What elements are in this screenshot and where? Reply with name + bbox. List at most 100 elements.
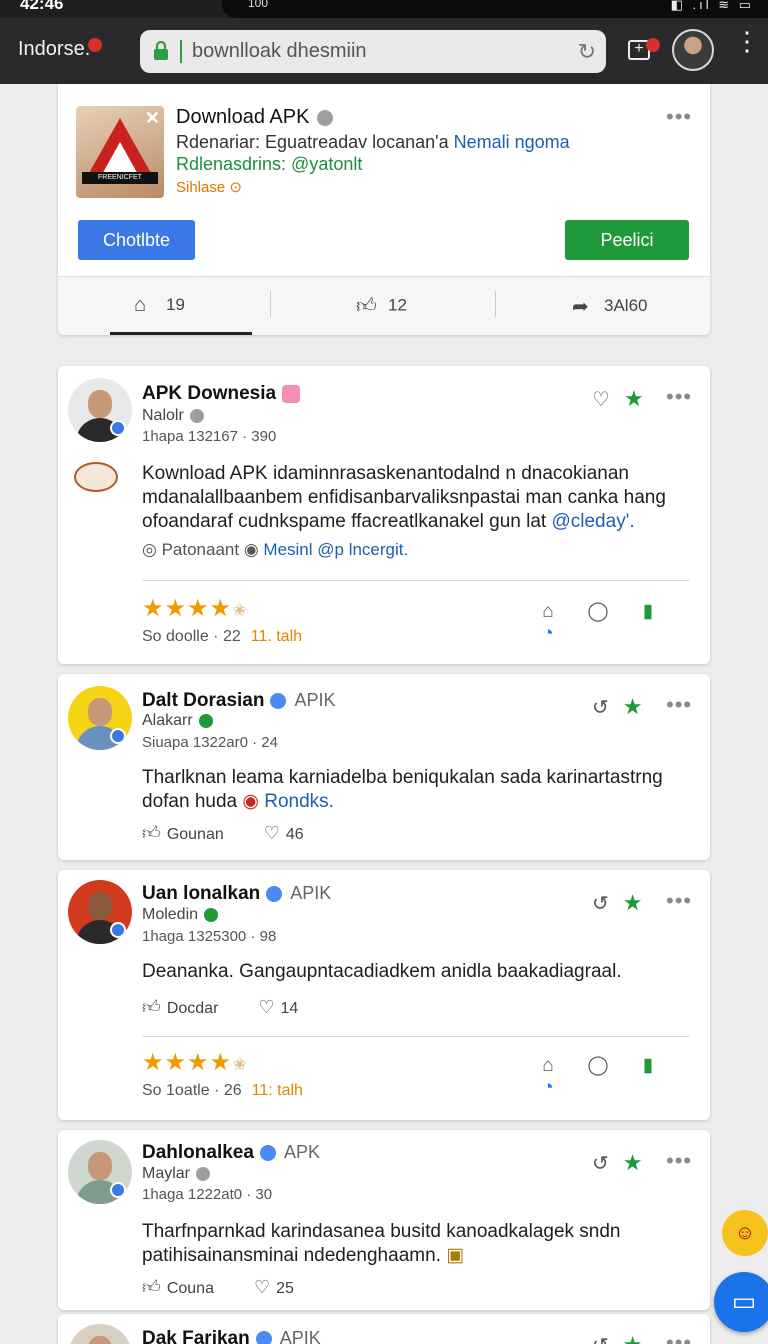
- rating-meta-text: So 1oatle · 26: [142, 1082, 242, 1099]
- card-footer-tabs: ⌂ 19 👍︎ 12 ➦ 3Al60: [58, 277, 710, 335]
- chat-fab-button[interactable]: ▭: [714, 1272, 768, 1332]
- chat-icon[interactable]: ◔: [524, 1077, 572, 1099]
- tab-title[interactable]: Indorse.: [18, 38, 90, 61]
- post-tag-a[interactable]: Patonaant: [162, 540, 240, 559]
- post-author-name: APK Downesia: [142, 383, 277, 404]
- bookmark-icon[interactable]: ⌂: [524, 601, 572, 623]
- heart-icon[interactable]: ♡: [264, 823, 280, 843]
- reply-icon[interactable]: ↺: [592, 893, 609, 915]
- more-options-icon[interactable]: •••: [666, 104, 692, 130]
- star-icon[interactable]: ★: [623, 1332, 643, 1344]
- home-icon: ⌂: [134, 294, 147, 316]
- card-line-1-link[interactable]: Nemali ngoma: [454, 132, 570, 152]
- post-meta: 1haga 1325300 · 98: [142, 928, 277, 945]
- url-input[interactable]: [192, 37, 552, 65]
- post-mention[interactable]: Rondks.: [264, 791, 334, 812]
- avatar-face: [88, 892, 112, 920]
- post-mention[interactable]: @cleday'.: [551, 511, 634, 532]
- like-label[interactable]: Docdar: [167, 1000, 219, 1017]
- post-subtitle: Maylar: [142, 1165, 211, 1183]
- star-icon[interactable]: ★: [623, 694, 643, 719]
- post-author[interactable]: APK Downesia: [142, 383, 301, 405]
- footer-count-like: 12: [388, 295, 407, 315]
- post-tag-b[interactable]: Mesinl @p lncergit.: [263, 540, 408, 559]
- post-subtitle: Alakarr: [142, 712, 213, 730]
- post-author[interactable]: Dak Farikan APIK: [142, 1328, 321, 1344]
- more-options-icon[interactable]: •••: [666, 888, 692, 914]
- card-line-2: Rdlenasdrins: @yatonlt: [176, 154, 363, 174]
- kebab-menu-icon[interactable]: ⋮: [734, 28, 760, 54]
- rating-actions: ⌂ ◯ ▮ ◔: [524, 600, 710, 645]
- post-header-actions: ↺★: [592, 1150, 643, 1176]
- avatar[interactable]: [68, 1140, 132, 1204]
- post-actions: 👍︎ Couna ♡ 25: [142, 1276, 294, 1298]
- post-author[interactable]: Dahlonalkea APK: [142, 1142, 320, 1164]
- footer-tab-like[interactable]: 👍︎ 12: [356, 294, 407, 318]
- thumbs-up-icon[interactable]: 👍︎: [142, 997, 161, 1017]
- like-label[interactable]: Couna: [167, 1280, 214, 1297]
- emoji-reaction-button[interactable]: ☺: [722, 1210, 768, 1256]
- profile-avatar[interactable]: [672, 29, 714, 71]
- avatar[interactable]: [68, 880, 132, 944]
- footer-separator: [495, 291, 496, 317]
- post-tag: APIK: [294, 690, 336, 710]
- post-meta: Siuapa 1322ar0 · 24: [142, 734, 278, 751]
- star-icon[interactable]: ★: [623, 1150, 643, 1175]
- primary-blue-button[interactable]: Chotlbte: [78, 220, 195, 260]
- like-label[interactable]: Gounan: [167, 826, 224, 843]
- status-bar: 42:46 100 ◧ .ıl ≋ ▭: [0, 0, 768, 18]
- half-star-icon: ✬: [232, 1054, 249, 1074]
- star-icon[interactable]: ★: [623, 890, 643, 915]
- battery-icon[interactable]: ▮: [624, 600, 672, 623]
- post-author[interactable]: Dalt Dorasian APIK: [142, 690, 336, 712]
- thumbs-up-icon[interactable]: 👍︎: [142, 1277, 161, 1297]
- post-card: Dahlonalkea APK Maylar 1haga 1222at0 · 30…: [58, 1130, 710, 1310]
- post-author-name: Uan lonalkan: [142, 883, 261, 904]
- heart-icon[interactable]: ♡: [258, 997, 274, 1017]
- card-title-text: Download APK: [176, 106, 310, 128]
- more-options-icon[interactable]: •••: [666, 692, 692, 718]
- footer-separator: [270, 291, 271, 317]
- heart-icon[interactable]: ♡: [254, 1277, 270, 1297]
- footer-tab-home[interactable]: ⌂ 19: [134, 294, 185, 317]
- url-bar[interactable]: ↻: [140, 30, 606, 73]
- thumbs-up-icon[interactable]: 👍︎: [142, 823, 161, 843]
- post-actions: 👍︎ Gounan ♡ 46: [142, 822, 304, 844]
- comment-icon[interactable]: ◯: [574, 600, 622, 623]
- rating-stars[interactable]: ★★★★✬: [142, 1048, 248, 1077]
- card-line-1: Rdenariar: Eguatreadav locanan'a Nemali …: [176, 132, 570, 153]
- notification-dot-icon: [88, 38, 102, 52]
- refresh-icon[interactable]: ↻: [578, 39, 596, 65]
- star-icon[interactable]: ★: [624, 386, 644, 411]
- avatar[interactable]: [68, 378, 132, 442]
- verified-green-icon: [198, 713, 213, 728]
- bookmark-icon[interactable]: ⌂: [524, 1055, 572, 1077]
- rating-meta: So doolle · 22 11. talh: [142, 628, 302, 646]
- status-icons: ◧ .ıl ≋ ▭: [670, 0, 754, 12]
- comment-icon[interactable]: ◯: [574, 1054, 622, 1077]
- more-options-icon[interactable]: •••: [666, 384, 692, 410]
- verified-blue-icon: [266, 885, 283, 902]
- rating-meta-highlight: 11. talh: [250, 628, 303, 645]
- reply-icon[interactable]: ↺: [592, 1153, 609, 1175]
- more-options-icon[interactable]: •••: [666, 1330, 692, 1344]
- info-icon: ◉: [243, 540, 259, 559]
- reply-icon[interactable]: ↺: [592, 697, 609, 719]
- close-icon[interactable]: ✕: [145, 108, 160, 129]
- post-subtitle: Nalolr: [142, 407, 204, 425]
- card-title: Download APK: [176, 106, 334, 129]
- chat-icon[interactable]: ◔: [524, 623, 572, 645]
- apk-thumbnail[interactable]: FREENICFET ✕: [76, 106, 164, 198]
- primary-green-button[interactable]: Peelici: [565, 220, 689, 260]
- reply-icon[interactable]: ↺: [592, 1335, 609, 1344]
- avatar-face: [88, 698, 112, 726]
- rating-stars[interactable]: ★★★★✬: [142, 594, 248, 623]
- more-options-icon[interactable]: •••: [666, 1148, 692, 1174]
- battery-icon[interactable]: ▮: [624, 1054, 672, 1077]
- avatar[interactable]: [68, 686, 132, 750]
- heart-badge-icon: [282, 384, 301, 403]
- footer-tab-share[interactable]: ➦ 3Al60: [572, 294, 647, 319]
- heart-icon[interactable]: ♡: [592, 389, 610, 411]
- post-author[interactable]: Uan lonalkan APIK: [142, 883, 331, 905]
- avatar[interactable]: [68, 1324, 132, 1344]
